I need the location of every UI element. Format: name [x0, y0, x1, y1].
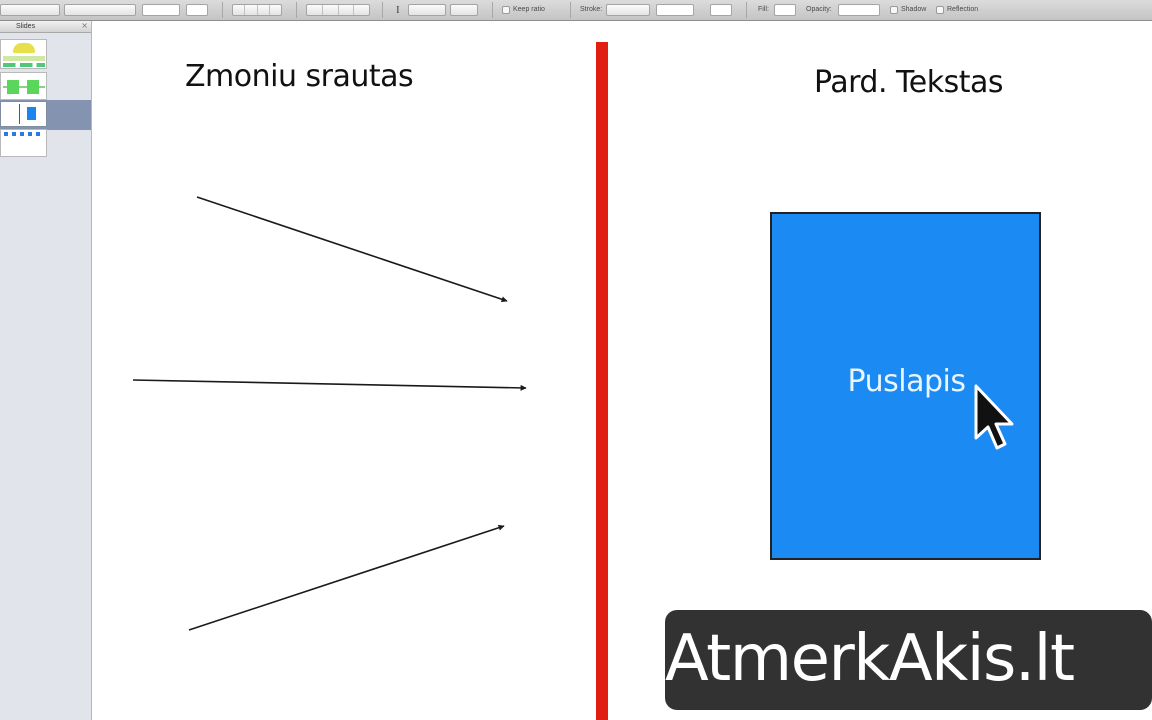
stroke-width-field[interactable]: [656, 4, 694, 16]
thumb-shape: [3, 56, 45, 61]
toolbar-separator: [222, 2, 223, 18]
format-toolbar: I Keep ratio Stroke: Fill: Opacity: Shad…: [0, 0, 1152, 21]
navigator-header: Slides ×: [0, 21, 91, 33]
arrow-top[interactable]: [196, 196, 508, 303]
thumb-shape: [3, 63, 45, 67]
mouse-pointer-icon: [974, 384, 1014, 450]
opacity-field[interactable]: [838, 4, 880, 16]
reflection-label: Reflection: [947, 6, 979, 13]
shadow-label: Shadow: [901, 6, 927, 13]
thumb-shape: [4, 132, 44, 136]
slide-thumbnail-2[interactable]: [0, 72, 47, 100]
fill-color-well[interactable]: [774, 4, 796, 16]
opacity-label: Opacity:: [806, 6, 832, 13]
text-style-segments[interactable]: [232, 4, 282, 16]
toolbar-separator: [382, 2, 383, 18]
arrow-bottom[interactable]: [188, 524, 505, 631]
slide-thumbnail-3[interactable]: [0, 101, 47, 127]
keynote-window: I Keep ratio Stroke: Fill: Opacity: Shad…: [0, 0, 1152, 720]
thumb-shape: [13, 43, 35, 53]
arrow-middle[interactable]: [132, 379, 527, 391]
red-divider-line[interactable]: [596, 42, 608, 720]
navigator-title: Slides: [16, 23, 36, 30]
text-ibeam-icon: I: [396, 4, 400, 16]
thumb-shape: [19, 104, 20, 124]
watermark-badge: AtmerkAkis.lt: [665, 610, 1152, 710]
watermark-text: AtmerkAkis.lt: [665, 622, 1075, 696]
thumb-shape: [7, 80, 19, 94]
keep-ratio-checkbox[interactable]: [502, 6, 510, 14]
shadow-checkbox[interactable]: [890, 6, 898, 14]
alignment-segments[interactable]: [306, 4, 370, 16]
toolbar-separator: [492, 2, 493, 18]
style-popup[interactable]: [0, 4, 60, 16]
font-size-field[interactable]: [142, 4, 180, 16]
keep-ratio-label: Keep ratio: [513, 6, 545, 13]
stroke-label: Stroke:: [580, 6, 603, 13]
thumb-shape: [27, 107, 36, 120]
font-family-popup[interactable]: [64, 4, 136, 16]
toolbar-separator: [296, 2, 297, 18]
stroke-style-popup[interactable]: [606, 4, 650, 16]
slide-thumbnail-4[interactable]: [0, 129, 47, 157]
slide-navigator: Slides ×: [0, 21, 92, 720]
font-color-well[interactable]: [186, 4, 208, 16]
toolbar-separator: [746, 2, 747, 18]
reflection-checkbox[interactable]: [936, 6, 944, 14]
slide-thumbnail-1[interactable]: [0, 39, 47, 69]
line-spacing-popup[interactable]: [408, 4, 446, 16]
thumb-shape: [27, 80, 39, 94]
columns-popup[interactable]: [450, 4, 478, 16]
close-icon[interactable]: ×: [81, 21, 88, 31]
stroke-color-well[interactable]: [710, 4, 732, 16]
toolbar-separator: [570, 2, 571, 18]
fill-label: Fill:: [758, 6, 769, 13]
